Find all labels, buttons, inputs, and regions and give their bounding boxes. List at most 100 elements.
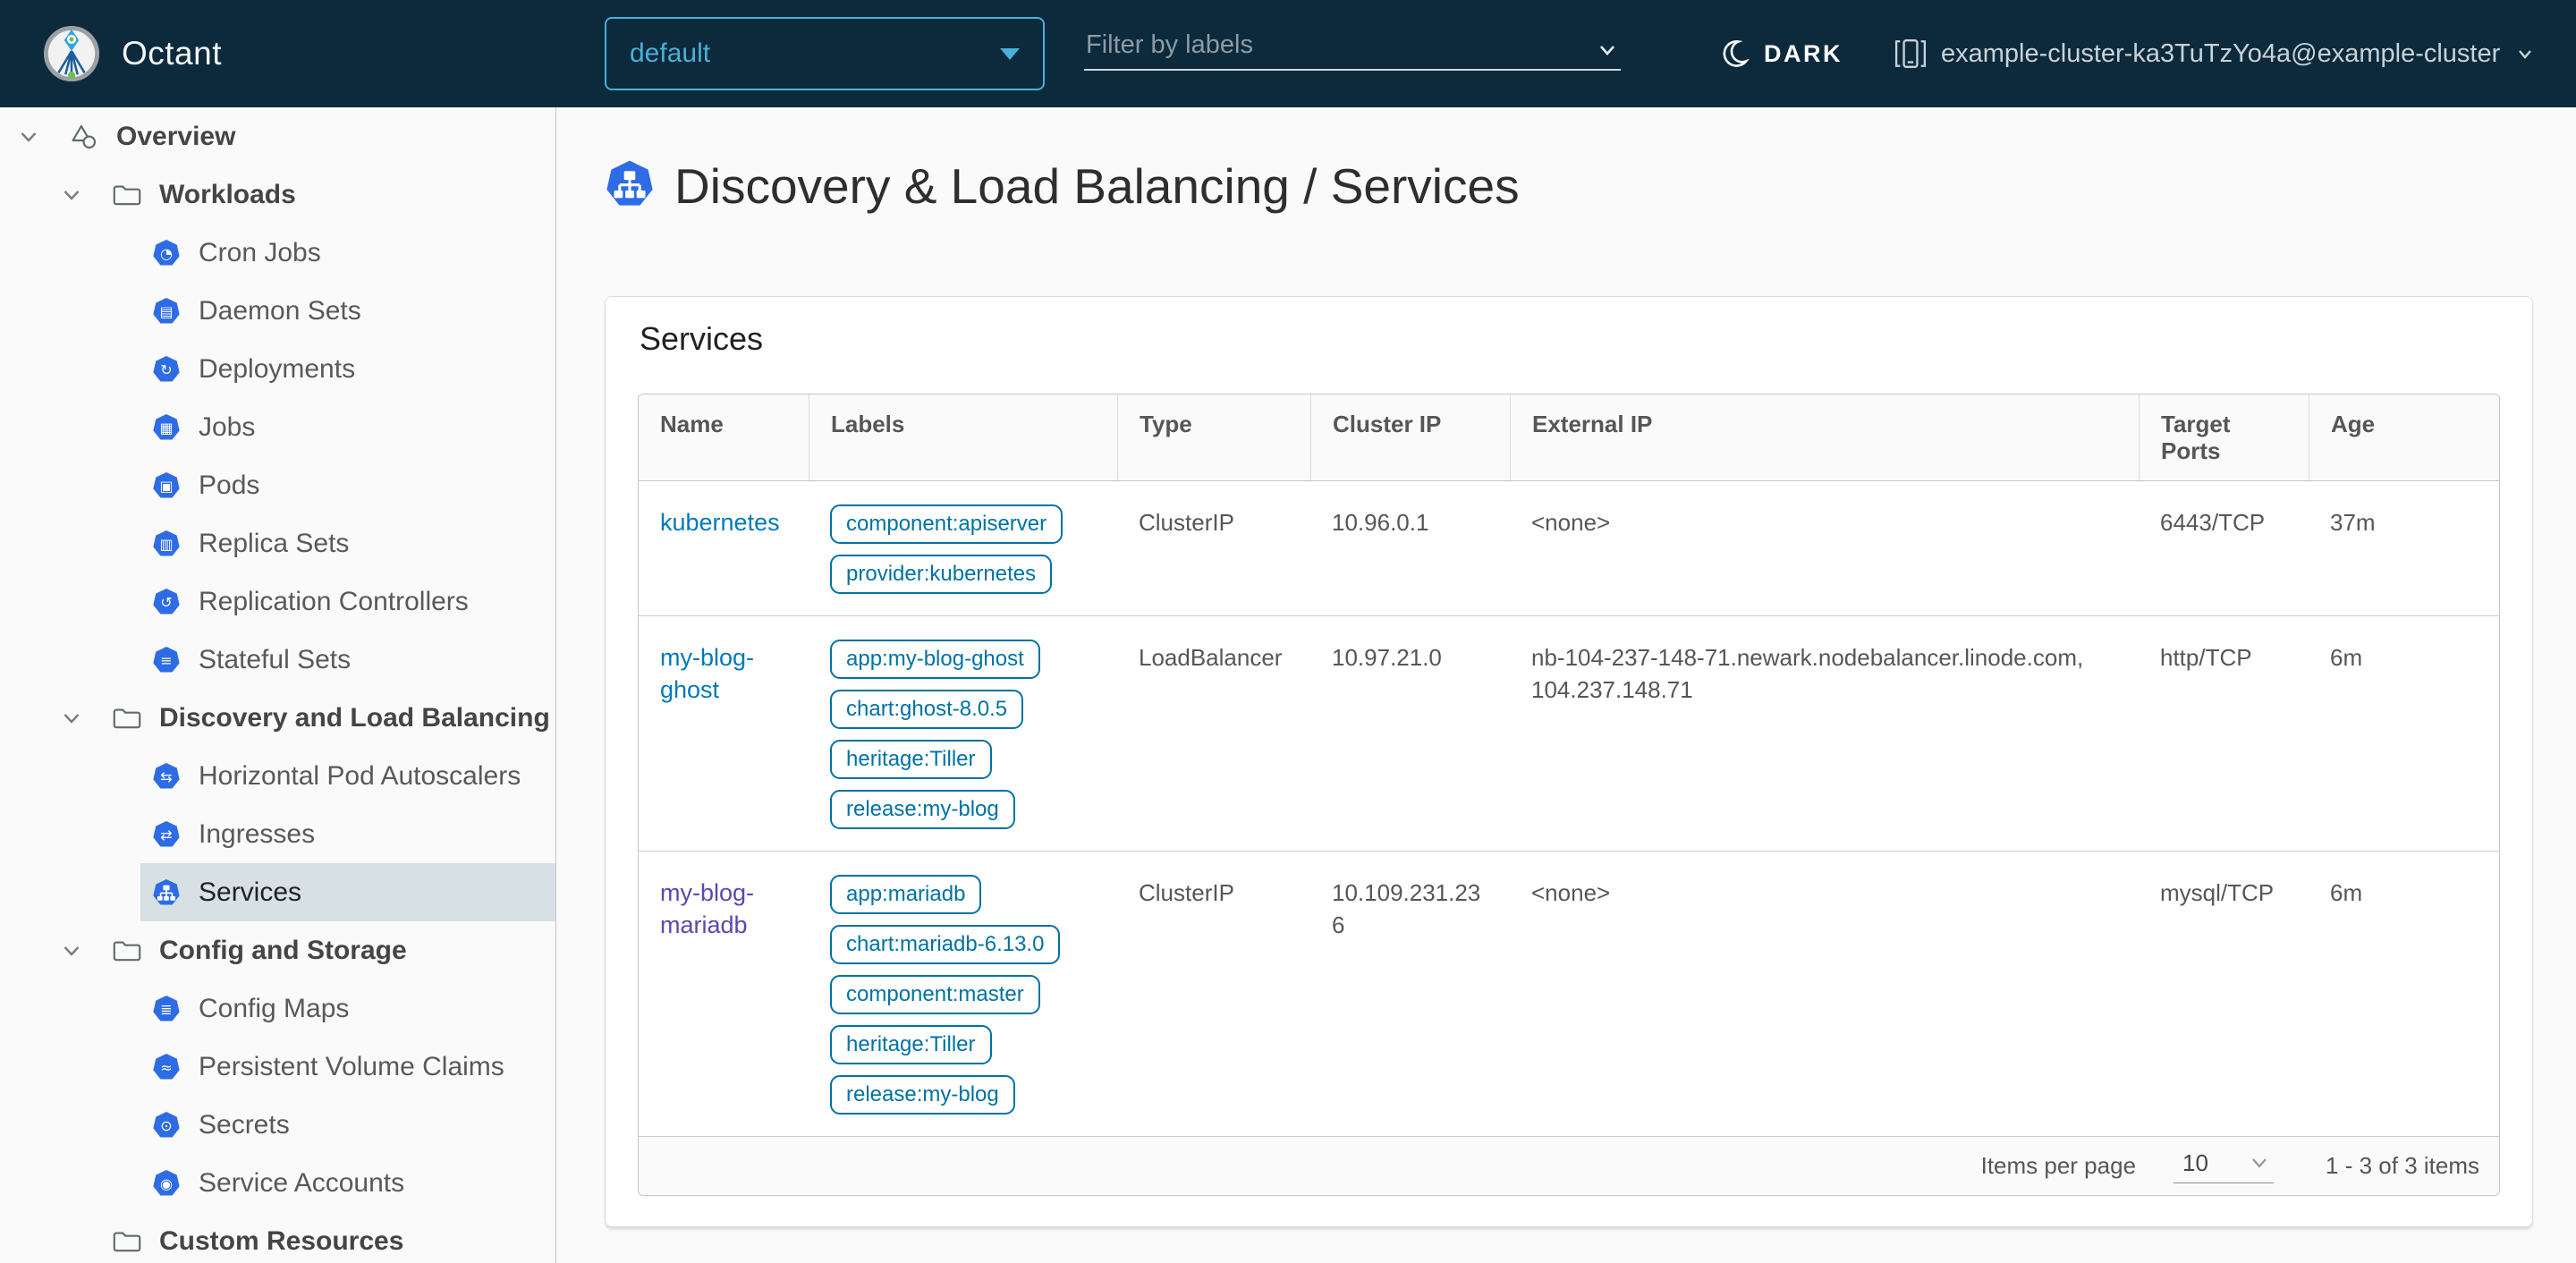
moon-icon <box>1723 40 1750 67</box>
sidebar-item-cron-jobs[interactable]: ◔ Cron Jobs <box>140 224 555 282</box>
sidebar-item-replica-sets[interactable]: ▥ Replica Sets <box>140 514 555 572</box>
svg-text:⇄: ⇄ <box>160 826 172 843</box>
sidebar-item-label: Secrets <box>199 1109 290 1140</box>
service-link[interactable]: kubernetes <box>660 509 780 536</box>
folder-icon <box>113 704 141 733</box>
svg-text:▣: ▣ <box>159 478 173 495</box>
name-cell: my-blog-ghost <box>639 616 809 851</box>
sidebar-item-jobs[interactable]: ▦ Jobs <box>140 398 555 456</box>
folder-icon <box>113 937 141 965</box>
cluster-icon <box>1894 39 1927 68</box>
sidebar-item-deployments[interactable]: ↻ Deployments <box>140 340 555 398</box>
sidebar-item-discovery-and-load-balancing[interactable]: Discovery and Load Balancing <box>0 689 555 747</box>
label-pill[interactable]: chart:ghost-8.0.5 <box>830 690 1024 729</box>
column-header-target-ports: Target Ports <box>2139 394 2309 480</box>
sidebar-item-label: Config and Storage <box>159 935 407 965</box>
sidebar-item-label: Ingresses <box>199 818 316 849</box>
serviceaccounts-icon: ◉ <box>152 1169 181 1198</box>
replicationcontrollers-icon: ↺ <box>152 588 181 616</box>
label-pill[interactable]: component:apiserver <box>830 504 1063 544</box>
chevron-down-icon[interactable] <box>61 184 91 206</box>
sidebar-item-replication-controllers[interactable]: ↺ Replication Controllers <box>140 572 555 631</box>
sidebar-item-pods[interactable]: ▣ Pods <box>140 456 555 514</box>
external-ip-cell: <none> <box>1531 509 1611 536</box>
labels-cell: app:mariadb chart:mariadb-6.13.0 component… <box>809 852 1117 1136</box>
sidebar-item-label: Pods <box>199 470 260 500</box>
label-pill[interactable]: heritage:Tiller <box>830 1025 992 1064</box>
sidebar-item-secrets[interactable]: ⊙ Secrets <box>140 1096 555 1154</box>
label-pill[interactable]: app:my-blog-ghost <box>830 640 1040 679</box>
target-ports-cell: http/TCP <box>2160 644 2252 671</box>
name-cell: kubernetes <box>639 481 809 615</box>
label-pill[interactable]: provider:kubernetes <box>830 555 1053 594</box>
page-title-row: Discovery & Load Balancing / Services <box>605 157 1520 215</box>
svg-text:▦: ▦ <box>159 420 173 437</box>
sidebar-item-workloads[interactable]: Workloads <box>0 165 555 224</box>
sidebar-item-horizontal-pod-autoscalers[interactable]: ⇆ Horizontal Pod Autoscalers <box>140 747 555 805</box>
age-cell: 37m <box>2330 509 2376 536</box>
chevron-down-icon[interactable] <box>61 940 91 962</box>
label-pill[interactable]: release:my-blog <box>830 790 1015 829</box>
label-pill[interactable]: heritage:Tiller <box>830 740 992 779</box>
chevron-down-icon[interactable] <box>1594 37 1621 64</box>
service-link[interactable]: my-blog-mariadb <box>660 879 754 938</box>
labels-cell: app:my-blog-ghost chart:ghost-8.0.5 herita… <box>809 616 1117 851</box>
app-header: Octant default DARK example-cluster-ka3T… <box>0 0 2576 107</box>
sidebar-item-label: Horizontal Pod Autoscalers <box>199 760 521 791</box>
sidebar-item-services[interactable]: Services <box>140 863 555 921</box>
svg-text:↻: ↻ <box>160 361 172 378</box>
sidebar-item-config-and-storage[interactable]: Config and Storage <box>0 921 555 979</box>
services-table: Name Labels Type Cluster IP External IP Targe… <box>638 394 2500 1196</box>
service-link[interactable]: my-blog-ghost <box>660 644 754 703</box>
items-per-page-select[interactable]: 10 <box>2174 1149 2275 1183</box>
objects-icon <box>70 123 98 151</box>
theme-toggle-button[interactable]: DARK <box>1719 0 1843 107</box>
sidebar-item-label: Overview <box>116 121 236 151</box>
sidebar-item-service-accounts[interactable]: ◉ Service Accounts <box>140 1154 555 1212</box>
cluster-selector[interactable]: example-cluster-ka3TuTzYo4a@example-clus… <box>1894 0 2536 107</box>
statefulsets-icon: ≡ <box>152 646 181 674</box>
table-header: Name Labels Type Cluster IP External IP Targe… <box>639 394 2499 481</box>
label-filter <box>1084 30 1621 71</box>
table-row: my-blog-mariadb app:mariadb chart:mariadb-… <box>639 851 2499 1136</box>
deployments-icon: ↻ <box>152 355 181 384</box>
sidebar-item-label: Jobs <box>199 411 256 442</box>
namespace-dropdown[interactable]: default <box>605 17 1045 90</box>
sidebar-item-custom-resources[interactable]: Custom Resources <box>0 1212 555 1263</box>
type-cell: LoadBalancer <box>1139 644 1283 671</box>
svg-text:◉: ◉ <box>160 1175 173 1192</box>
sidebar-item-ingresses[interactable]: ⇄ Ingresses <box>140 805 555 863</box>
items-per-page-label: Items per page <box>1980 1152 2137 1179</box>
daemonsets-icon: ▤ <box>152 297 181 326</box>
svg-text:⊙: ⊙ <box>160 1117 172 1134</box>
label-pill[interactable]: chart:mariadb-6.13.0 <box>830 925 1061 964</box>
sidebar-item-persistent-volume-claims[interactable]: ≈ Persistent Volume Claims <box>140 1038 555 1096</box>
cluster-name: example-cluster-ka3TuTzYo4a@example-clus… <box>1941 38 2501 68</box>
configmaps-icon: ≣ <box>152 995 181 1023</box>
table-row: kubernetes component:apiserver provider:ku… <box>639 481 2499 615</box>
sidebar-item-label: Deployments <box>199 353 356 384</box>
card-title: Services <box>640 320 764 357</box>
app-title: Octant <box>122 35 222 72</box>
pvc-icon: ≈ <box>152 1053 181 1081</box>
label-filter-input[interactable] <box>1084 30 1594 64</box>
svg-text:▥: ▥ <box>159 536 173 553</box>
svg-text:◔: ◔ <box>160 245 173 262</box>
column-header-cluster-ip: Cluster IP <box>1310 394 1510 480</box>
jobs-icon: ▦ <box>152 413 181 442</box>
label-pill[interactable]: release:my-blog <box>830 1075 1015 1115</box>
sidebar-item-config-maps[interactable]: ≣ Config Maps <box>140 979 555 1038</box>
age-cell: 6m <box>2330 644 2363 671</box>
folder-icon <box>113 181 141 209</box>
sidebar-item-overview[interactable]: Overview <box>0 107 555 165</box>
chevron-down-icon[interactable] <box>18 126 48 148</box>
sidebar-item-daemon-sets[interactable]: ▤ Daemon Sets <box>140 282 555 340</box>
chevron-down-icon[interactable] <box>61 708 91 729</box>
sidebar-item-stateful-sets[interactable]: ≡ Stateful Sets <box>140 631 555 689</box>
sidebar-item-label: Persistent Volume Claims <box>199 1051 504 1081</box>
label-pill[interactable]: app:mariadb <box>830 875 982 914</box>
svg-text:⇆: ⇆ <box>160 768 172 785</box>
label-pill[interactable]: component:master <box>830 975 1040 1014</box>
folder-icon <box>113 1227 141 1256</box>
labels-cell: component:apiserver provider:kubernetes <box>809 481 1117 615</box>
